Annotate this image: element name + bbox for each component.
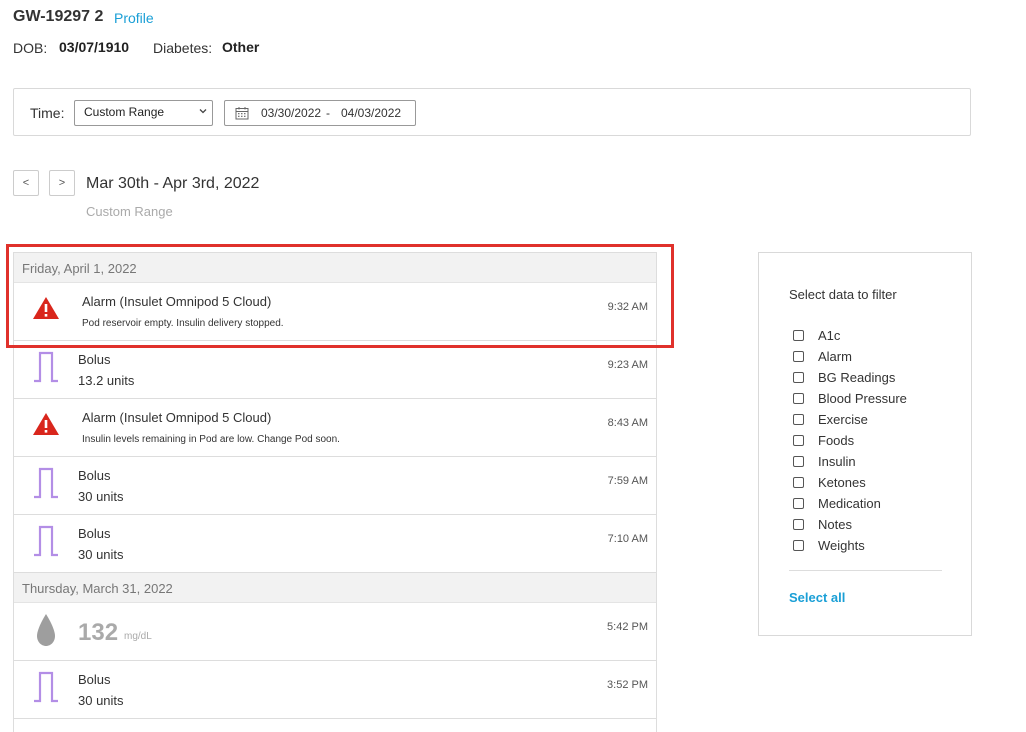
alarm-message: Insulin levels remaining in Pod are low.… — [82, 434, 340, 445]
filter-title: Select data to filter — [789, 287, 897, 302]
select-all-link[interactable]: Select all — [789, 590, 845, 605]
day-header: Thursday, March 31, 2022 — [14, 573, 656, 603]
time-label: Time: — [30, 105, 65, 121]
checkbox[interactable] — [793, 351, 804, 362]
date-range-picker[interactable]: 03/30/2022 - 04/03/2022 — [224, 100, 416, 126]
profile-link[interactable]: Profile — [114, 10, 154, 26]
bolus-title: Bolus — [78, 468, 111, 483]
list-item-bolus[interactable]: Bolus 13.2 units 9:23 AM — [14, 341, 656, 399]
patient-id: GW-19297 2 — [13, 8, 104, 25]
period-subtitle: Custom Range — [86, 204, 173, 219]
checkbox[interactable] — [793, 372, 804, 383]
list-item-bolus[interactable]: Bolus 30 units 7:10 AM — [14, 515, 656, 573]
list-item-bolus[interactable]: Bolus 30 units 3:52 PM — [14, 661, 656, 719]
checkbox[interactable] — [793, 519, 804, 530]
checkbox[interactable] — [793, 477, 804, 488]
next-period-button[interactable]: > — [49, 170, 75, 196]
filter-option-label: Blood Pressure — [818, 391, 907, 406]
bolus-title: Bolus — [78, 352, 111, 367]
entry-time: 9:23 AM — [607, 359, 648, 371]
checkbox[interactable] — [793, 393, 804, 404]
list-item-bg-reading[interactable]: 132 mg/dL 5:42 PM — [14, 603, 656, 661]
date-separator: - — [326, 106, 330, 120]
bolus-amount: 13.2 units — [78, 373, 135, 388]
time-range-select[interactable]: Custom Range — [74, 100, 213, 126]
bolus-amount: 30 units — [78, 693, 124, 708]
entry-time: 5:42 PM — [607, 621, 648, 633]
bolus-amount: 30 units — [78, 489, 124, 504]
filter-divider — [789, 570, 942, 571]
filter-option-label: Alarm — [818, 349, 852, 364]
checkbox[interactable] — [793, 498, 804, 509]
start-date[interactable]: 03/30/2022 — [261, 106, 321, 120]
bolus-icon — [34, 671, 58, 703]
data-filter-panel: Select data to filter A1c Alarm BG Readi… — [758, 252, 972, 636]
checkbox[interactable] — [793, 435, 804, 446]
bg-value: 132 — [78, 619, 119, 646]
dob-label: DOB: — [13, 40, 48, 56]
bg-unit: mg/dL — [124, 631, 152, 642]
time-range-value: Custom Range — [84, 105, 165, 119]
bolus-icon — [34, 525, 58, 557]
alarm-title: Alarm (Insulet Omnipod 5 Cloud) — [82, 410, 272, 425]
entry-time: 8:43 AM — [607, 417, 648, 429]
filter-option-label: A1c — [818, 328, 841, 343]
bolus-title: Bolus — [78, 526, 111, 541]
list-item-alarm[interactable]: Alarm (Insulet Omnipod 5 Cloud) Insulin … — [14, 399, 656, 457]
filter-option-label: Medication — [818, 496, 881, 511]
entry-time: 7:10 AM — [607, 533, 648, 545]
diabetes-label: Diabetes: — [153, 40, 213, 56]
filter-option-label: BG Readings — [818, 370, 896, 385]
diabetes-type-value: Other — [222, 39, 260, 55]
blood-drop-icon — [37, 614, 55, 646]
highlight-box — [6, 244, 674, 348]
period-title: Mar 30th - Apr 3rd, 2022 — [86, 175, 260, 192]
bolus-amount: 30 units — [78, 547, 124, 562]
entry-time: 3:52 PM — [607, 679, 648, 691]
bolus-icon — [34, 351, 58, 383]
filter-option-label: Weights — [818, 538, 865, 553]
filter-option-label: Ketones — [818, 475, 866, 490]
filter-option-label: Foods — [818, 433, 855, 448]
calendar-icon — [235, 107, 249, 120]
chevron-down-icon — [199, 109, 207, 114]
checkbox[interactable] — [793, 414, 804, 425]
alarm-warning-icon — [33, 413, 59, 435]
filter-option-label: Exercise — [818, 412, 868, 427]
checkbox[interactable] — [793, 330, 804, 341]
dob-value: 03/07/1910 — [59, 39, 130, 55]
filter-option-label: Insulin — [818, 454, 856, 469]
day-header-label: Thursday, March 31, 2022 — [22, 581, 173, 596]
bolus-title: Bolus — [78, 672, 111, 687]
filter-option-label: Notes — [818, 517, 852, 532]
end-date[interactable]: 04/03/2022 — [341, 106, 401, 120]
entry-time: 7:59 AM — [607, 475, 648, 487]
bolus-icon — [34, 467, 58, 499]
list-item-bolus[interactable]: Bolus 30 units 7:59 AM — [14, 457, 656, 515]
checkbox[interactable] — [793, 456, 804, 467]
checkbox[interactable] — [793, 540, 804, 551]
previous-period-button[interactable]: < — [13, 170, 39, 196]
